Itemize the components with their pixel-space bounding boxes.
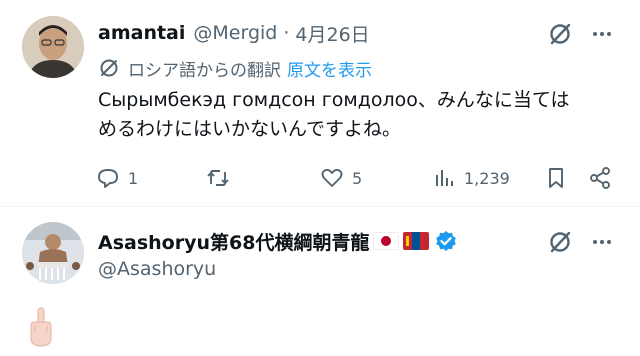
reply-icon [98, 169, 118, 188]
reply-button[interactable]: 1 [96, 162, 138, 194]
tweet-text-line: Сырымбекэд гомдсон гомдолоо、みんなに当ては [98, 89, 570, 111]
retweet-icon [207, 170, 229, 186]
translate-icon [100, 59, 118, 77]
more-icon [593, 32, 611, 36]
share-icon [590, 167, 610, 189]
grok-button[interactable] [546, 228, 574, 256]
more-icon [593, 240, 611, 244]
translation-label: ロシア語からの翻訳 [128, 60, 281, 81]
mongolia-flag-icon [403, 232, 430, 250]
separator: · [283, 22, 290, 44]
like-button[interactable]: 5 [320, 162, 362, 194]
bookmark-button[interactable] [544, 162, 568, 194]
tweet-date[interactable]: 4月26日 [295, 20, 369, 47]
more-options-button[interactable] [588, 228, 616, 256]
tweet-text-line: めるわけにはいかないんですよね。 [98, 118, 402, 140]
user-handle[interactable]: @Mergid [193, 22, 277, 44]
share-button[interactable] [588, 162, 612, 194]
more-options-button[interactable] [588, 20, 616, 48]
like-count: 5 [352, 168, 363, 188]
tweet-header: amantai @Mergid · 4月26日 [98, 20, 370, 46]
verified-icon [435, 230, 457, 252]
heart-icon [321, 168, 343, 187]
tweet-text: Сырымбекэд гомдсон гомдолоо、みんなに当ては めるわけ… [98, 86, 618, 144]
show-original-link[interactable]: 原文を表示 [287, 56, 372, 81]
grok-icon [550, 23, 571, 45]
tweet-actions: 1 5 1,239 [96, 162, 620, 194]
grok-icon [550, 231, 571, 253]
tweet-header: Asashoryu第68代横綱朝青龍 [98, 228, 457, 254]
user-handle[interactable]: @Asashoryu [98, 258, 216, 280]
user-photo [22, 16, 84, 78]
divider [0, 206, 640, 207]
bookmark-icon [549, 168, 563, 188]
translation-bar: ロシア語からの翻訳 原文を表示 [98, 56, 372, 81]
avatar[interactable] [22, 16, 84, 78]
views-count: 1,239 [464, 168, 510, 188]
reply-count: 1 [128, 168, 139, 188]
analytics-icon [436, 170, 453, 186]
avatar[interactable] [22, 222, 84, 284]
display-name[interactable]: Asashoryu第68代横綱朝青龍 [98, 228, 369, 255]
user-photo [22, 222, 84, 284]
japan-flag-icon [373, 232, 400, 250]
middle-finger-icon [30, 307, 52, 347]
grok-button[interactable] [546, 20, 574, 48]
views-button[interactable]: 1,239 [432, 162, 510, 194]
display-name[interactable]: amantai [98, 22, 185, 44]
retweet-button[interactable] [206, 162, 238, 194]
